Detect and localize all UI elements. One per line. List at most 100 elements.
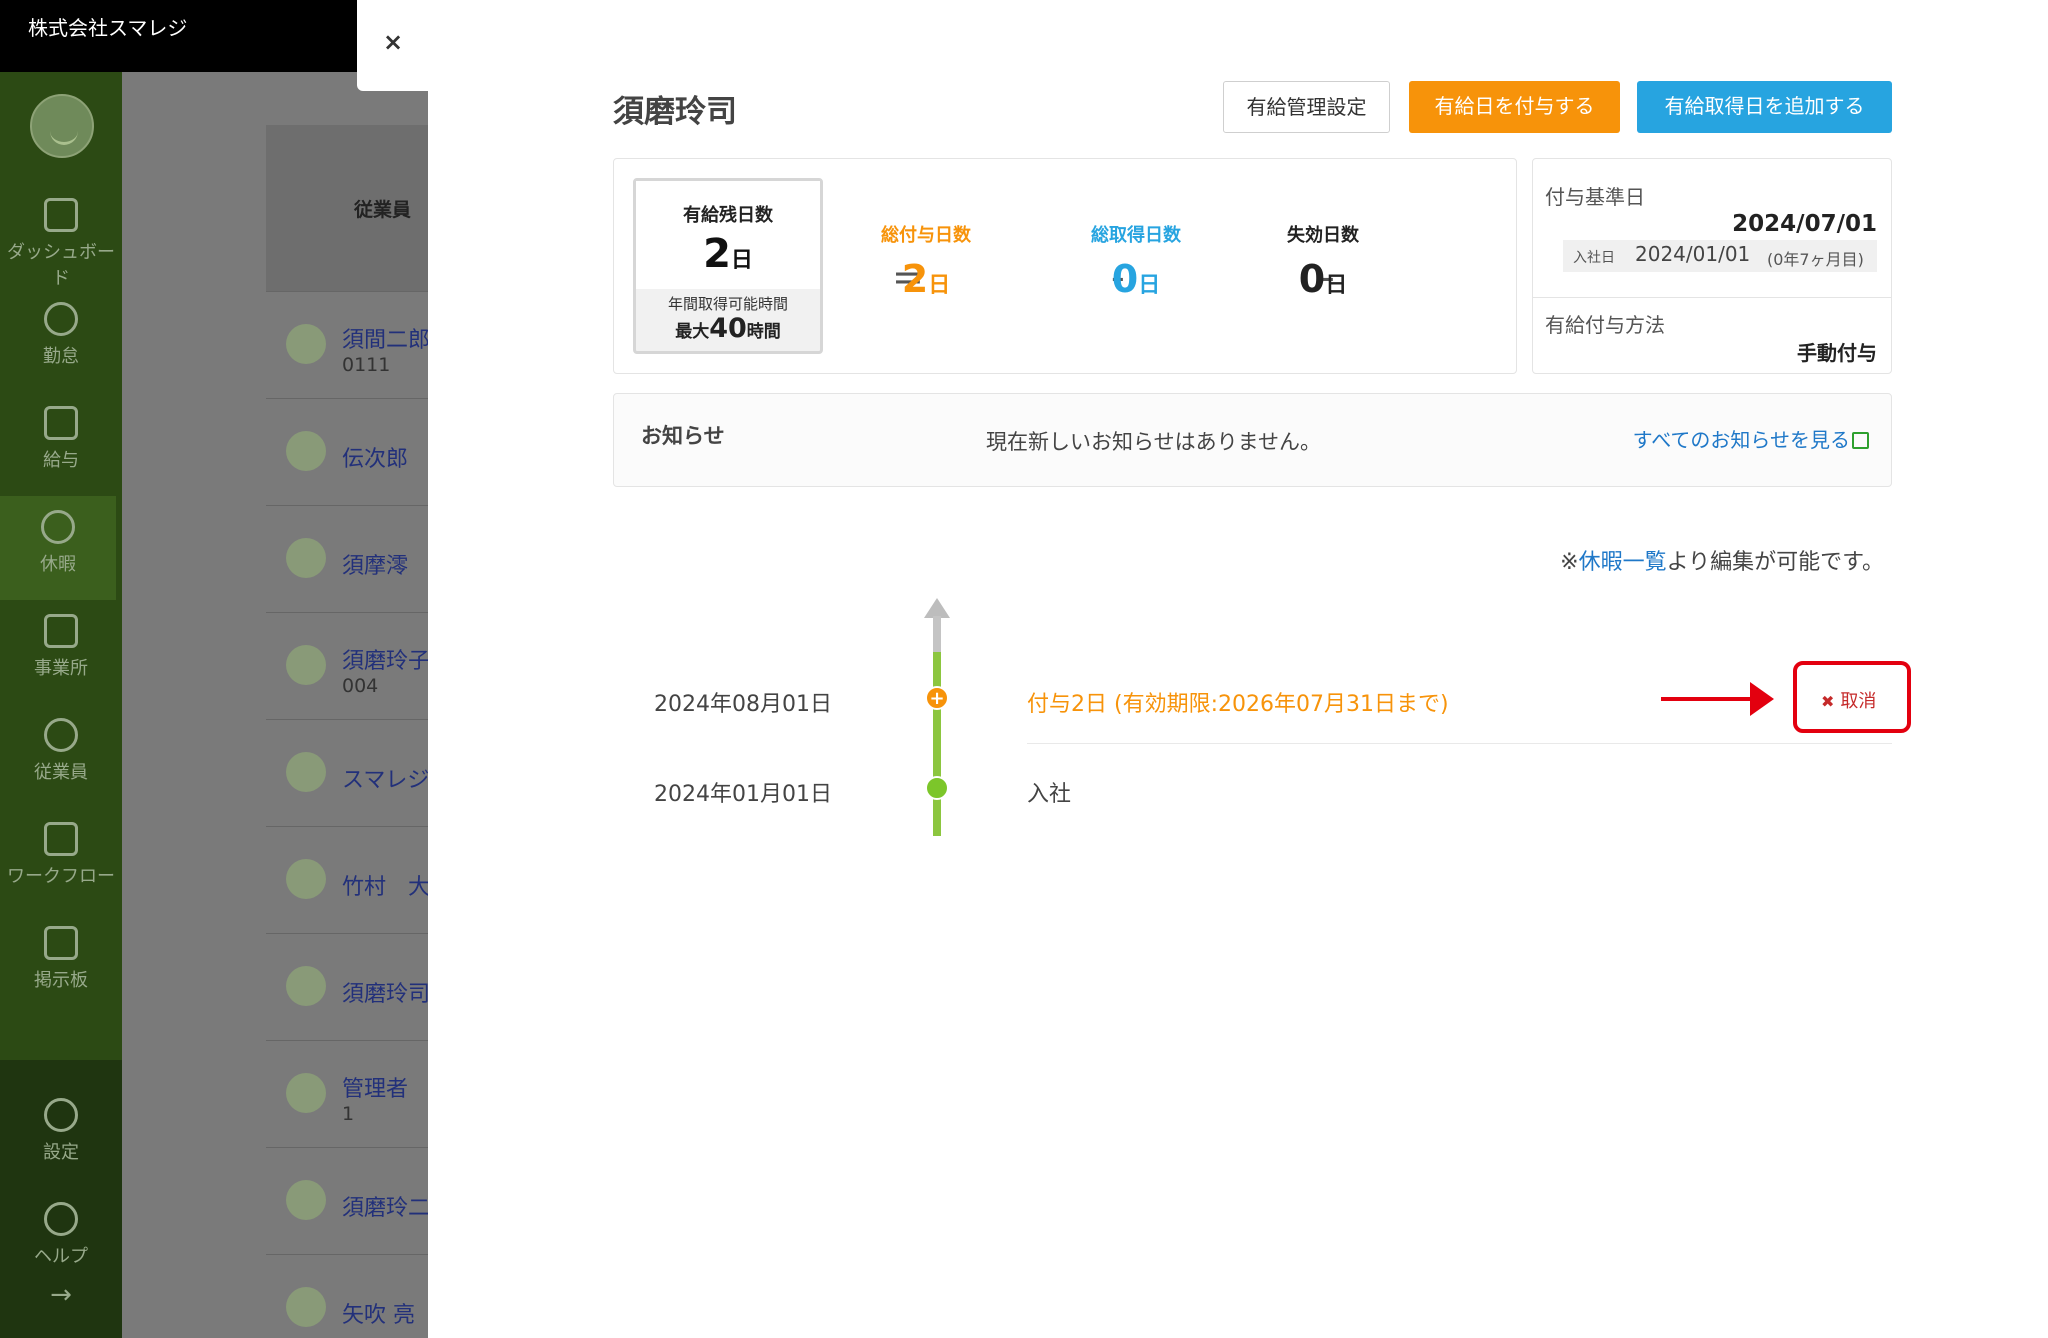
sidebar-item-payroll[interactable]: 給与	[0, 392, 122, 496]
tenure-value: (0年7ヶ月目)	[1767, 250, 1864, 269]
expand-sidebar-icon[interactable]: →	[0, 1280, 122, 1310]
list-item[interactable]: 竹村 大	[266, 826, 431, 932]
avatar	[286, 645, 326, 685]
timeline-track	[933, 652, 941, 836]
remaining-days-label: 有給残日数	[683, 205, 773, 226]
sidebar-item-label: 設定	[43, 1142, 79, 1163]
sidebar-item-label: 給与	[43, 450, 79, 471]
edit-note: ※休暇一覧より編集が可能です。	[1560, 550, 1884, 575]
avatar	[286, 1073, 326, 1113]
cancel-grant-button[interactable]: ✖ 取消	[1821, 687, 1876, 713]
page-title: 須磨玲司	[613, 94, 737, 130]
list-item[interactable]: 須摩澪	[266, 505, 428, 611]
employee-name: 須磨玲二	[342, 1196, 431, 1221]
avatar	[286, 538, 326, 578]
sidebar-item-employees[interactable]: 従業員	[0, 704, 122, 808]
employee-name: 須磨玲司	[342, 982, 431, 1007]
close-panel-button[interactable]: ×	[357, 0, 428, 91]
add-taken-day-button[interactable]: 有給取得日を追加する	[1637, 81, 1892, 133]
annotation-arrow-icon	[1750, 682, 1774, 716]
sidebar-item-dashboard[interactable]: ダッシュボード	[0, 184, 122, 289]
notice-title: お知らせ	[641, 424, 725, 448]
list-item[interactable]: 須磨玲司	[266, 933, 431, 1039]
sidebar-item-leave[interactable]: 休暇	[0, 496, 116, 600]
employee-name: 竹村 大	[342, 875, 431, 900]
avatar	[286, 966, 326, 1006]
dashboard-icon	[44, 198, 78, 232]
join-date-row: 入社日 2024/01/01 (0年7ヶ月目)	[1563, 240, 1877, 272]
sidebar-item-office[interactable]: 事業所	[0, 600, 122, 704]
person-icon	[44, 718, 78, 752]
base-date-label: 付与基準日	[1545, 185, 1645, 209]
sidebar-item-label: ヘルプ	[34, 1246, 88, 1267]
base-date-value: 2024/07/01	[1732, 211, 1877, 237]
timeline-event-join: 入社	[1027, 782, 1072, 807]
avatar	[286, 1287, 326, 1327]
join-event-dot	[925, 776, 949, 800]
list-item[interactable]: スマレジ	[266, 719, 429, 825]
grant-info: 付与基準日 2024/07/01 入社日 2024/01/01 (0年7ヶ月目)…	[1532, 158, 1892, 374]
user-avatar[interactable]	[30, 94, 94, 158]
list-item[interactable]: 伝次郎	[266, 398, 428, 504]
sidebar-item-help[interactable]: ヘルプ	[0, 1188, 122, 1292]
remaining-days-card: 有給残日数 2日 年間取得可能時間 最大40時間	[633, 178, 823, 354]
total-taken-value: 0日	[1111, 257, 1161, 301]
leave-settings-button[interactable]: 有給管理設定	[1223, 81, 1390, 133]
leave-list-link[interactable]: 休暇一覧	[1579, 550, 1667, 575]
timeline-track-future	[933, 616, 941, 652]
message-icon	[44, 926, 78, 960]
annotation-arrow	[1661, 697, 1757, 701]
calculator-icon	[44, 406, 78, 440]
notice-box: お知らせ 現在新しいお知らせはありません。 すべてのお知らせを見る	[613, 393, 1892, 487]
timeline-date: 2024年01月01日	[654, 782, 832, 807]
cancel-label: 取消	[1840, 691, 1877, 712]
close-icon: ✖	[1821, 692, 1835, 711]
sidebar-item-board[interactable]: 掲示板	[0, 912, 122, 1016]
leave-summary: 有給残日数 2日 年間取得可能時間 最大40時間 = 総付与日数 2日 - 総取…	[613, 158, 1517, 374]
timeline-event-grant: 付与2日 (有効期限:2026年07月31日まで)	[1027, 692, 1449, 717]
grant-leave-button[interactable]: 有給日を付与する	[1409, 81, 1620, 133]
umbrella-icon	[41, 510, 75, 544]
avatar	[286, 859, 326, 899]
employee-code: 1	[342, 1103, 355, 1125]
annual-hours-label: 年間取得可能時間	[667, 295, 788, 313]
employee-code: 004	[342, 675, 379, 697]
employee-name: 須間二郎	[342, 328, 431, 353]
join-date-value: 2024/01/01	[1635, 242, 1751, 266]
employee-list-header: 従業員	[266, 125, 428, 291]
list-item[interactable]: 矢吹 亮	[266, 1254, 428, 1338]
avatar	[286, 1180, 326, 1220]
annual-hours-value: 最大40時間	[675, 313, 781, 344]
sidebar-item-label: 事業所	[34, 658, 88, 679]
external-link-icon	[1852, 432, 1869, 449]
sidebar-item-workflow[interactable]: ワークフロー	[0, 808, 122, 912]
sidebar: ダッシュボード 勤怠 給与 休暇 事業所 従業員 ワークフロー 掲示板 設定 ヘ…	[0, 72, 122, 1338]
remaining-days-value: 2日	[703, 231, 753, 277]
expired-label: 失効日数	[1287, 225, 1359, 246]
gear-icon	[44, 1098, 78, 1132]
timeline-arrow-icon	[924, 598, 950, 618]
sidebar-item-label: 掲示板	[34, 970, 88, 991]
sidebar-item-settings[interactable]: 設定	[0, 1084, 122, 1188]
employee-name: 須磨玲子	[342, 649, 431, 674]
total-granted-label: 総付与日数	[881, 225, 971, 246]
timeline-divider	[1027, 743, 1892, 744]
list-item[interactable]: 管理者 1	[266, 1040, 428, 1146]
column-header: 従業員	[354, 199, 412, 221]
sidebar-item-label: 勤怠	[43, 346, 79, 367]
avatar	[286, 752, 326, 792]
all-notices-link[interactable]: すべてのお知らせを見る	[1633, 424, 1869, 453]
avatar	[286, 431, 326, 471]
company-bar: 株式会社スマレジ	[0, 0, 360, 72]
grant-method-value: 手動付与	[1797, 341, 1877, 365]
list-item[interactable]: 須間二郎 0111	[266, 291, 431, 397]
help-icon	[44, 1202, 78, 1236]
join-date-label: 入社日	[1573, 250, 1615, 266]
list-item[interactable]: 須磨玲二	[266, 1147, 431, 1253]
sidebar-item-attendance[interactable]: 勤怠	[0, 288, 122, 392]
timeline-date: 2024年08月01日	[654, 692, 832, 717]
remaining-days-top: 有給残日数 2日	[636, 181, 820, 289]
avatar	[286, 324, 326, 364]
sidebar-item-label: 休暇	[40, 554, 76, 575]
list-item[interactable]: 須磨玲子 004	[266, 612, 431, 718]
